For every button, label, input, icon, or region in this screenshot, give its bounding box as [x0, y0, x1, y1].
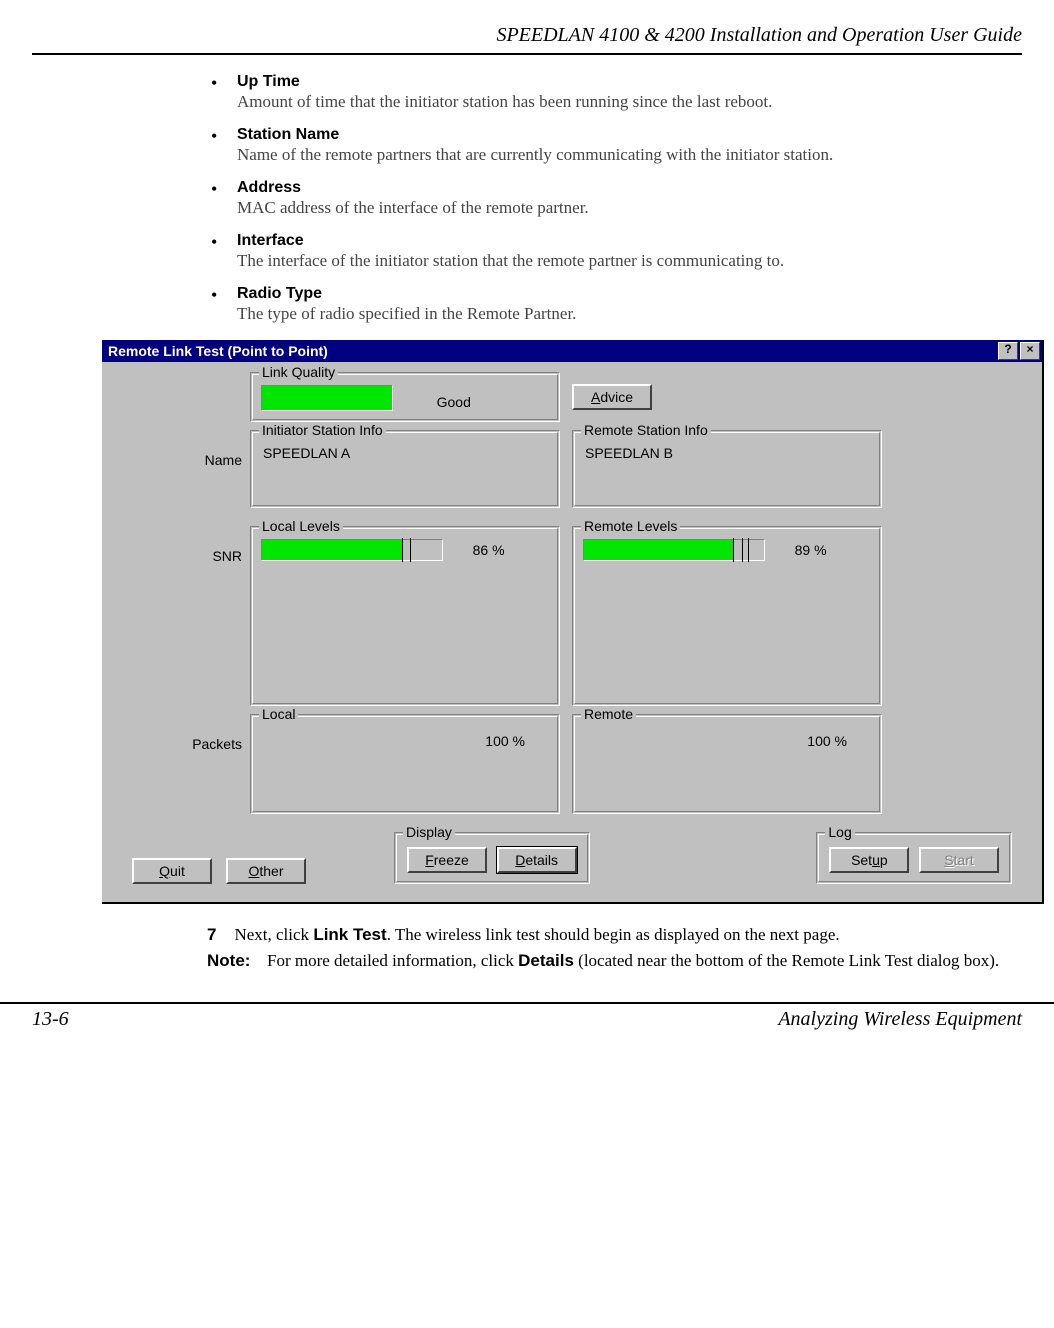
- list-item: Address MAC address of the interface of …: [207, 179, 1022, 220]
- link-quality-legend: Link Quality: [259, 364, 338, 380]
- setup-button[interactable]: Setup: [829, 847, 909, 873]
- help-icon[interactable]: ?: [998, 342, 1018, 360]
- note-block: Note: For more detailed information, cli…: [207, 948, 1022, 974]
- desc-address: MAC address of the interface of the remo…: [237, 197, 1022, 220]
- note-label: Note:: [207, 948, 267, 974]
- close-icon[interactable]: ×: [1020, 342, 1040, 360]
- remote-levels-legend: Remote Levels: [581, 518, 680, 534]
- term-address: Address: [237, 179, 1022, 197]
- term-station-name: Station Name: [237, 126, 1022, 144]
- local-packets-group: Local 100 %: [250, 714, 560, 814]
- initiator-legend: Initiator Station Info: [259, 422, 386, 438]
- name-row-label: Name: [132, 430, 250, 468]
- start-button[interactable]: Start: [919, 847, 999, 873]
- desc-station-name: Name of the remote partners that are cur…: [237, 144, 1022, 167]
- link-quality-bar: [261, 385, 393, 411]
- note-text-post: (located near the bottom of the Remote L…: [574, 951, 999, 970]
- header-rule: [32, 53, 1022, 55]
- local-packets-value: 100 %: [261, 727, 549, 749]
- remote-snr-bar: [583, 539, 765, 561]
- page-number: 13-6: [32, 1008, 778, 1031]
- term-uptime: Up Time: [237, 73, 1022, 91]
- remote-snr-value: 89 %: [795, 542, 827, 558]
- remote-info-group: Remote Station Info SPEEDLAN B: [572, 430, 882, 508]
- log-group: Log Setup Start: [816, 832, 1012, 884]
- initiator-info-group: Initiator Station Info SPEEDLAN A: [250, 430, 560, 508]
- packets-row-label: Packets: [132, 714, 250, 752]
- other-button[interactable]: Other: [226, 858, 306, 884]
- link-quality-group: Link Quality Good: [250, 372, 560, 422]
- local-packets-legend: Local: [259, 706, 298, 722]
- page-footer: 13-6 Analyzing Wireless Equipment: [0, 1002, 1054, 1051]
- desc-radio-type: The type of radio specified in the Remot…: [237, 303, 1022, 326]
- page-header-title: SPEEDLAN 4100 & 4200 Installation and Op…: [32, 24, 1022, 53]
- step-text-post: . The wireless link test should begin as…: [387, 925, 840, 944]
- advice-button[interactable]: Advice: [572, 384, 652, 410]
- note-bold-details: Details: [518, 951, 574, 970]
- snr-row-label: SNR: [132, 526, 250, 564]
- list-item: Interface The interface of the initiator…: [207, 232, 1022, 273]
- display-group: Display Freeze Details: [394, 832, 590, 884]
- local-snr-value: 86 %: [473, 542, 505, 558]
- field-definitions-list: Up Time Amount of time that the initiato…: [207, 73, 1022, 326]
- step-number: 7: [207, 925, 216, 944]
- remote-link-test-dialog: Remote Link Test (Point to Point) ? × Li…: [102, 340, 1044, 904]
- list-item: Up Time Amount of time that the initiato…: [207, 73, 1022, 114]
- link-quality-rating: Good: [437, 394, 471, 410]
- list-item: Station Name Name of the remote partners…: [207, 126, 1022, 167]
- term-interface: Interface: [237, 232, 1022, 250]
- remote-packets-legend: Remote: [581, 706, 636, 722]
- freeze-button[interactable]: Freeze: [407, 847, 487, 873]
- remote-packets-group: Remote 100 %: [572, 714, 882, 814]
- dialog-titlebar[interactable]: Remote Link Test (Point to Point) ? ×: [102, 340, 1042, 362]
- details-button[interactable]: Details: [497, 847, 577, 873]
- remote-levels-group: Remote Levels 89 %: [572, 526, 882, 706]
- local-snr-bar: [261, 539, 443, 561]
- footer-section-title: Analyzing Wireless Equipment: [778, 1008, 1022, 1031]
- step-7: 7 Next, click Link Test. The wireless lin…: [207, 922, 1022, 948]
- log-legend: Log: [825, 824, 854, 840]
- local-levels-legend: Local Levels: [259, 518, 343, 534]
- list-item: Radio Type The type of radio specified i…: [207, 285, 1022, 326]
- step-bold-link-test: Link Test: [313, 925, 386, 944]
- remote-legend: Remote Station Info: [581, 422, 711, 438]
- display-legend: Display: [403, 824, 455, 840]
- remote-packets-value: 100 %: [583, 727, 871, 749]
- desc-interface: The interface of the initiator station t…: [237, 250, 1022, 273]
- local-levels-group: Local Levels 86 %: [250, 526, 560, 706]
- remote-name-value: SPEEDLAN B: [583, 443, 871, 497]
- note-text-pre: For more detailed information, click: [267, 951, 518, 970]
- desc-uptime: Amount of time that the initiator statio…: [237, 91, 1022, 114]
- initiator-name-value: SPEEDLAN A: [261, 443, 549, 497]
- dialog-title: Remote Link Test (Point to Point): [108, 343, 996, 359]
- term-radio-type: Radio Type: [237, 285, 1022, 303]
- step-text-pre: Next, click: [234, 925, 313, 944]
- quit-button[interactable]: Quit: [132, 858, 212, 884]
